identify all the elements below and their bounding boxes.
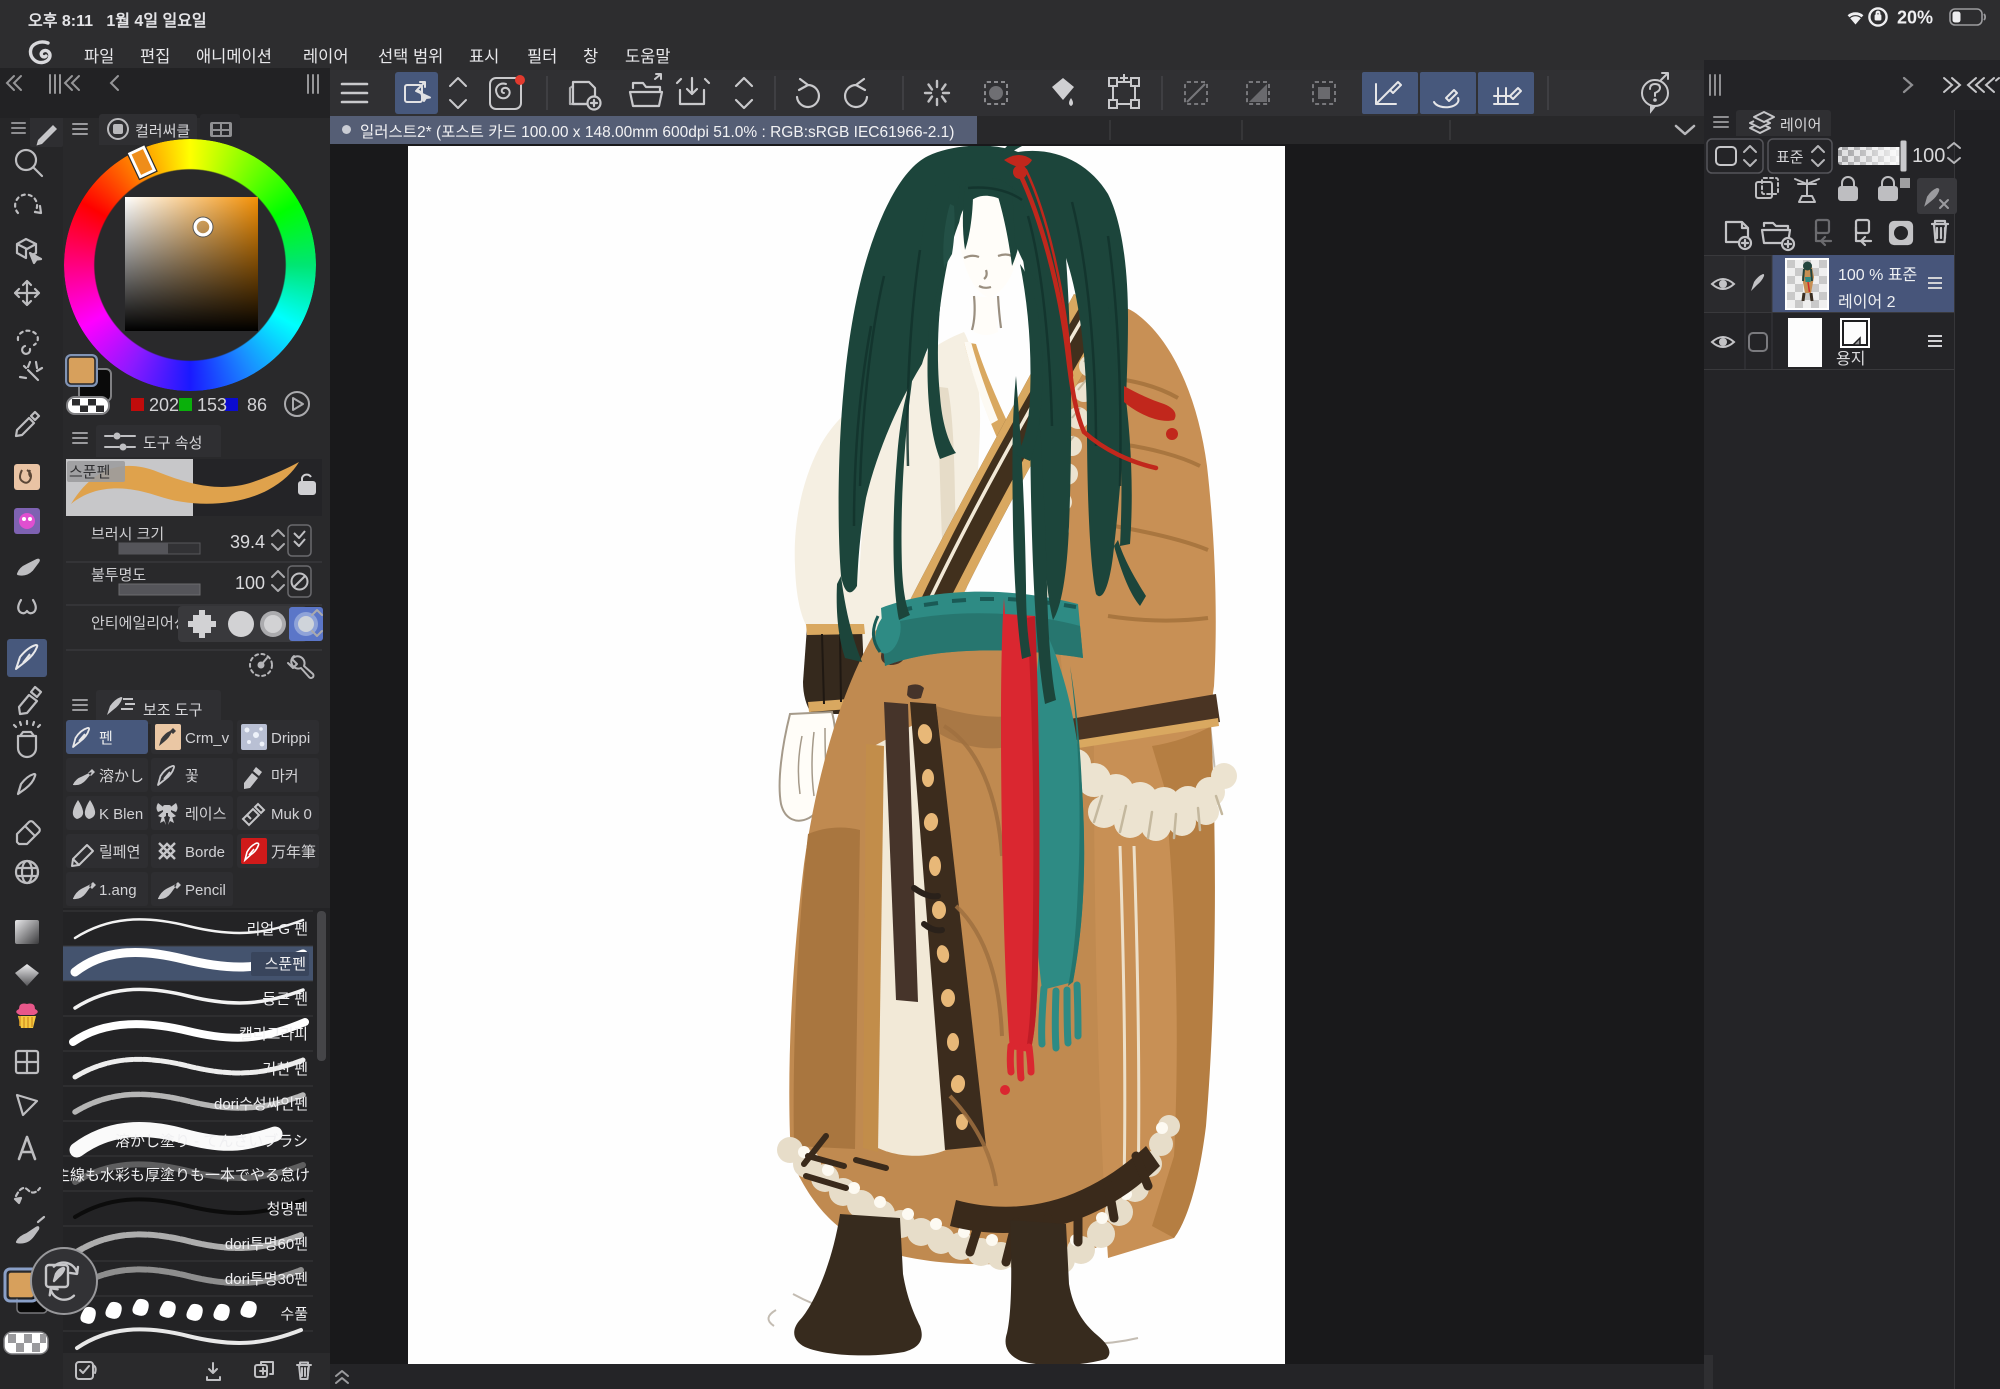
svg-text:主線も水彩も厚塗りも一本でやる怠け: 主線も水彩も厚塗りも一本でやる怠け [63, 1166, 310, 1184]
svg-text:표준: 표준 [1776, 149, 1804, 166]
svg-text:레이스: 레이스 [185, 806, 227, 823]
svg-text:dori투명30펜: dori투명30펜 [225, 1271, 308, 1288]
svg-text:1.ang: 1.ang [99, 882, 137, 899]
svg-text:스푼펜: 스푼펜 [69, 464, 110, 481]
svg-text:캘리그라피: 캘리그라피 [239, 1026, 308, 1043]
svg-text:153: 153 [197, 395, 227, 415]
svg-text:100: 100 [1912, 145, 1945, 167]
svg-text:도구 속성: 도구 속성 [143, 435, 202, 452]
svg-text:마커: 마커 [271, 768, 299, 785]
svg-text:dori수성싸인펜: dori수성싸인펜 [214, 1096, 308, 1113]
svg-text:보조 도구: 보조 도구 [143, 702, 202, 719]
svg-text:溶かし塗り - てんさいブラシ: 溶かし塗り - てんさいブラシ [115, 1132, 308, 1150]
svg-text:용지: 용지 [1836, 350, 1865, 368]
svg-text:레이어: 레이어 [1780, 117, 1821, 134]
svg-text:万年筆: 万年筆 [271, 844, 316, 861]
svg-text:Crm_v: Crm_v [185, 730, 230, 747]
svg-text:dori투명60펜: dori투명60펜 [225, 1236, 308, 1253]
svg-text:안티에일리어싱: 안티에일리어싱 [91, 615, 188, 632]
svg-text:Pencil: Pencil [185, 882, 226, 899]
svg-text:39.4: 39.4 [230, 532, 265, 552]
svg-text:Borde: Borde [185, 844, 225, 861]
svg-text:꽃: 꽃 [185, 768, 199, 785]
svg-text:레이어 2: 레이어 2 [1838, 293, 1896, 311]
svg-text:K Blen: K Blen [99, 806, 143, 823]
svg-text:86: 86 [247, 395, 267, 415]
svg-text:수풀: 수풀 [280, 1306, 308, 1323]
svg-text:펜: 펜 [99, 730, 113, 747]
svg-text:리얼 G 펜: 리얼 G 펜 [247, 921, 308, 938]
svg-text:둥근 펜: 둥근 펜 [262, 991, 308, 1008]
svg-text:스푼펜: 스푼펜 [265, 956, 306, 973]
svg-text:100: 100 [235, 573, 265, 593]
svg-text:청명펜: 청명펜 [267, 1201, 308, 1218]
svg-text:202: 202 [149, 395, 179, 415]
svg-text:Muk 0: Muk 0 [271, 806, 312, 823]
svg-text:불투명도: 불투명도 [91, 567, 146, 584]
svg-text:Drippi: Drippi [271, 730, 310, 747]
svg-text:100 % 표준: 100 % 표준 [1838, 267, 1917, 284]
svg-text:릴페연: 릴페연 [99, 844, 140, 861]
svg-text:溶かし: 溶かし [99, 768, 144, 785]
svg-text:브러시 크기: 브러시 크기 [91, 526, 164, 543]
svg-text:20%: 20% [1897, 8, 1933, 28]
svg-text:거친 펜: 거친 펜 [262, 1061, 308, 1078]
